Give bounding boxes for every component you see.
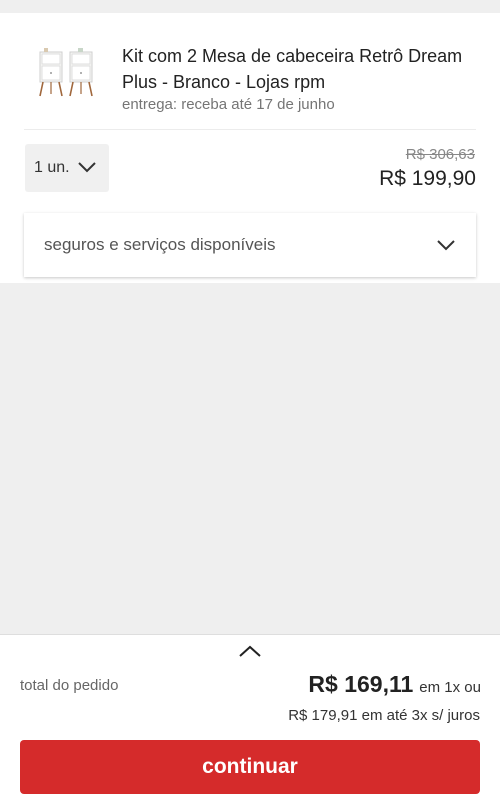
original-price: R$ 306,63 [405, 146, 475, 163]
current-price: R$ 199,90 [379, 167, 476, 190]
installments-info: R$ 179,91 em até 3x s/ juros [288, 707, 480, 724]
chevron-up-icon[interactable] [238, 643, 262, 659]
top-strip [0, 0, 500, 13]
services-label: seguros e serviços disponíveis [44, 235, 276, 254]
delivery-estimate: entrega: receba até 17 de junho [122, 96, 335, 113]
cart-item-card: Kit com 2 Mesa de cabeceira Retrô Dream … [0, 13, 500, 283]
quantity-select[interactable]: 1 un. [25, 144, 109, 192]
total-price: R$ 169,11 [308, 671, 414, 697]
payment-condition: em 1x ou [419, 679, 481, 696]
order-summary-bar: total do pedido R$ 169,11 em 1x ou R$ 17… [0, 634, 500, 812]
total-value: R$ 169,11 em 1x ou [308, 671, 481, 698]
services-dropdown[interactable]: seguros e serviços disponíveis [24, 213, 476, 277]
chevron-down-icon [78, 162, 96, 173]
total-label: total do pedido [20, 677, 119, 694]
chevron-down-icon [437, 240, 455, 251]
continue-button[interactable]: continuar [20, 740, 480, 794]
product-thumbnail[interactable] [34, 46, 98, 106]
product-title[interactable]: Kit com 2 Mesa de cabeceira Retrô Dream … [122, 43, 482, 95]
quantity-value: 1 un. [34, 159, 70, 176]
divider [24, 129, 476, 130]
